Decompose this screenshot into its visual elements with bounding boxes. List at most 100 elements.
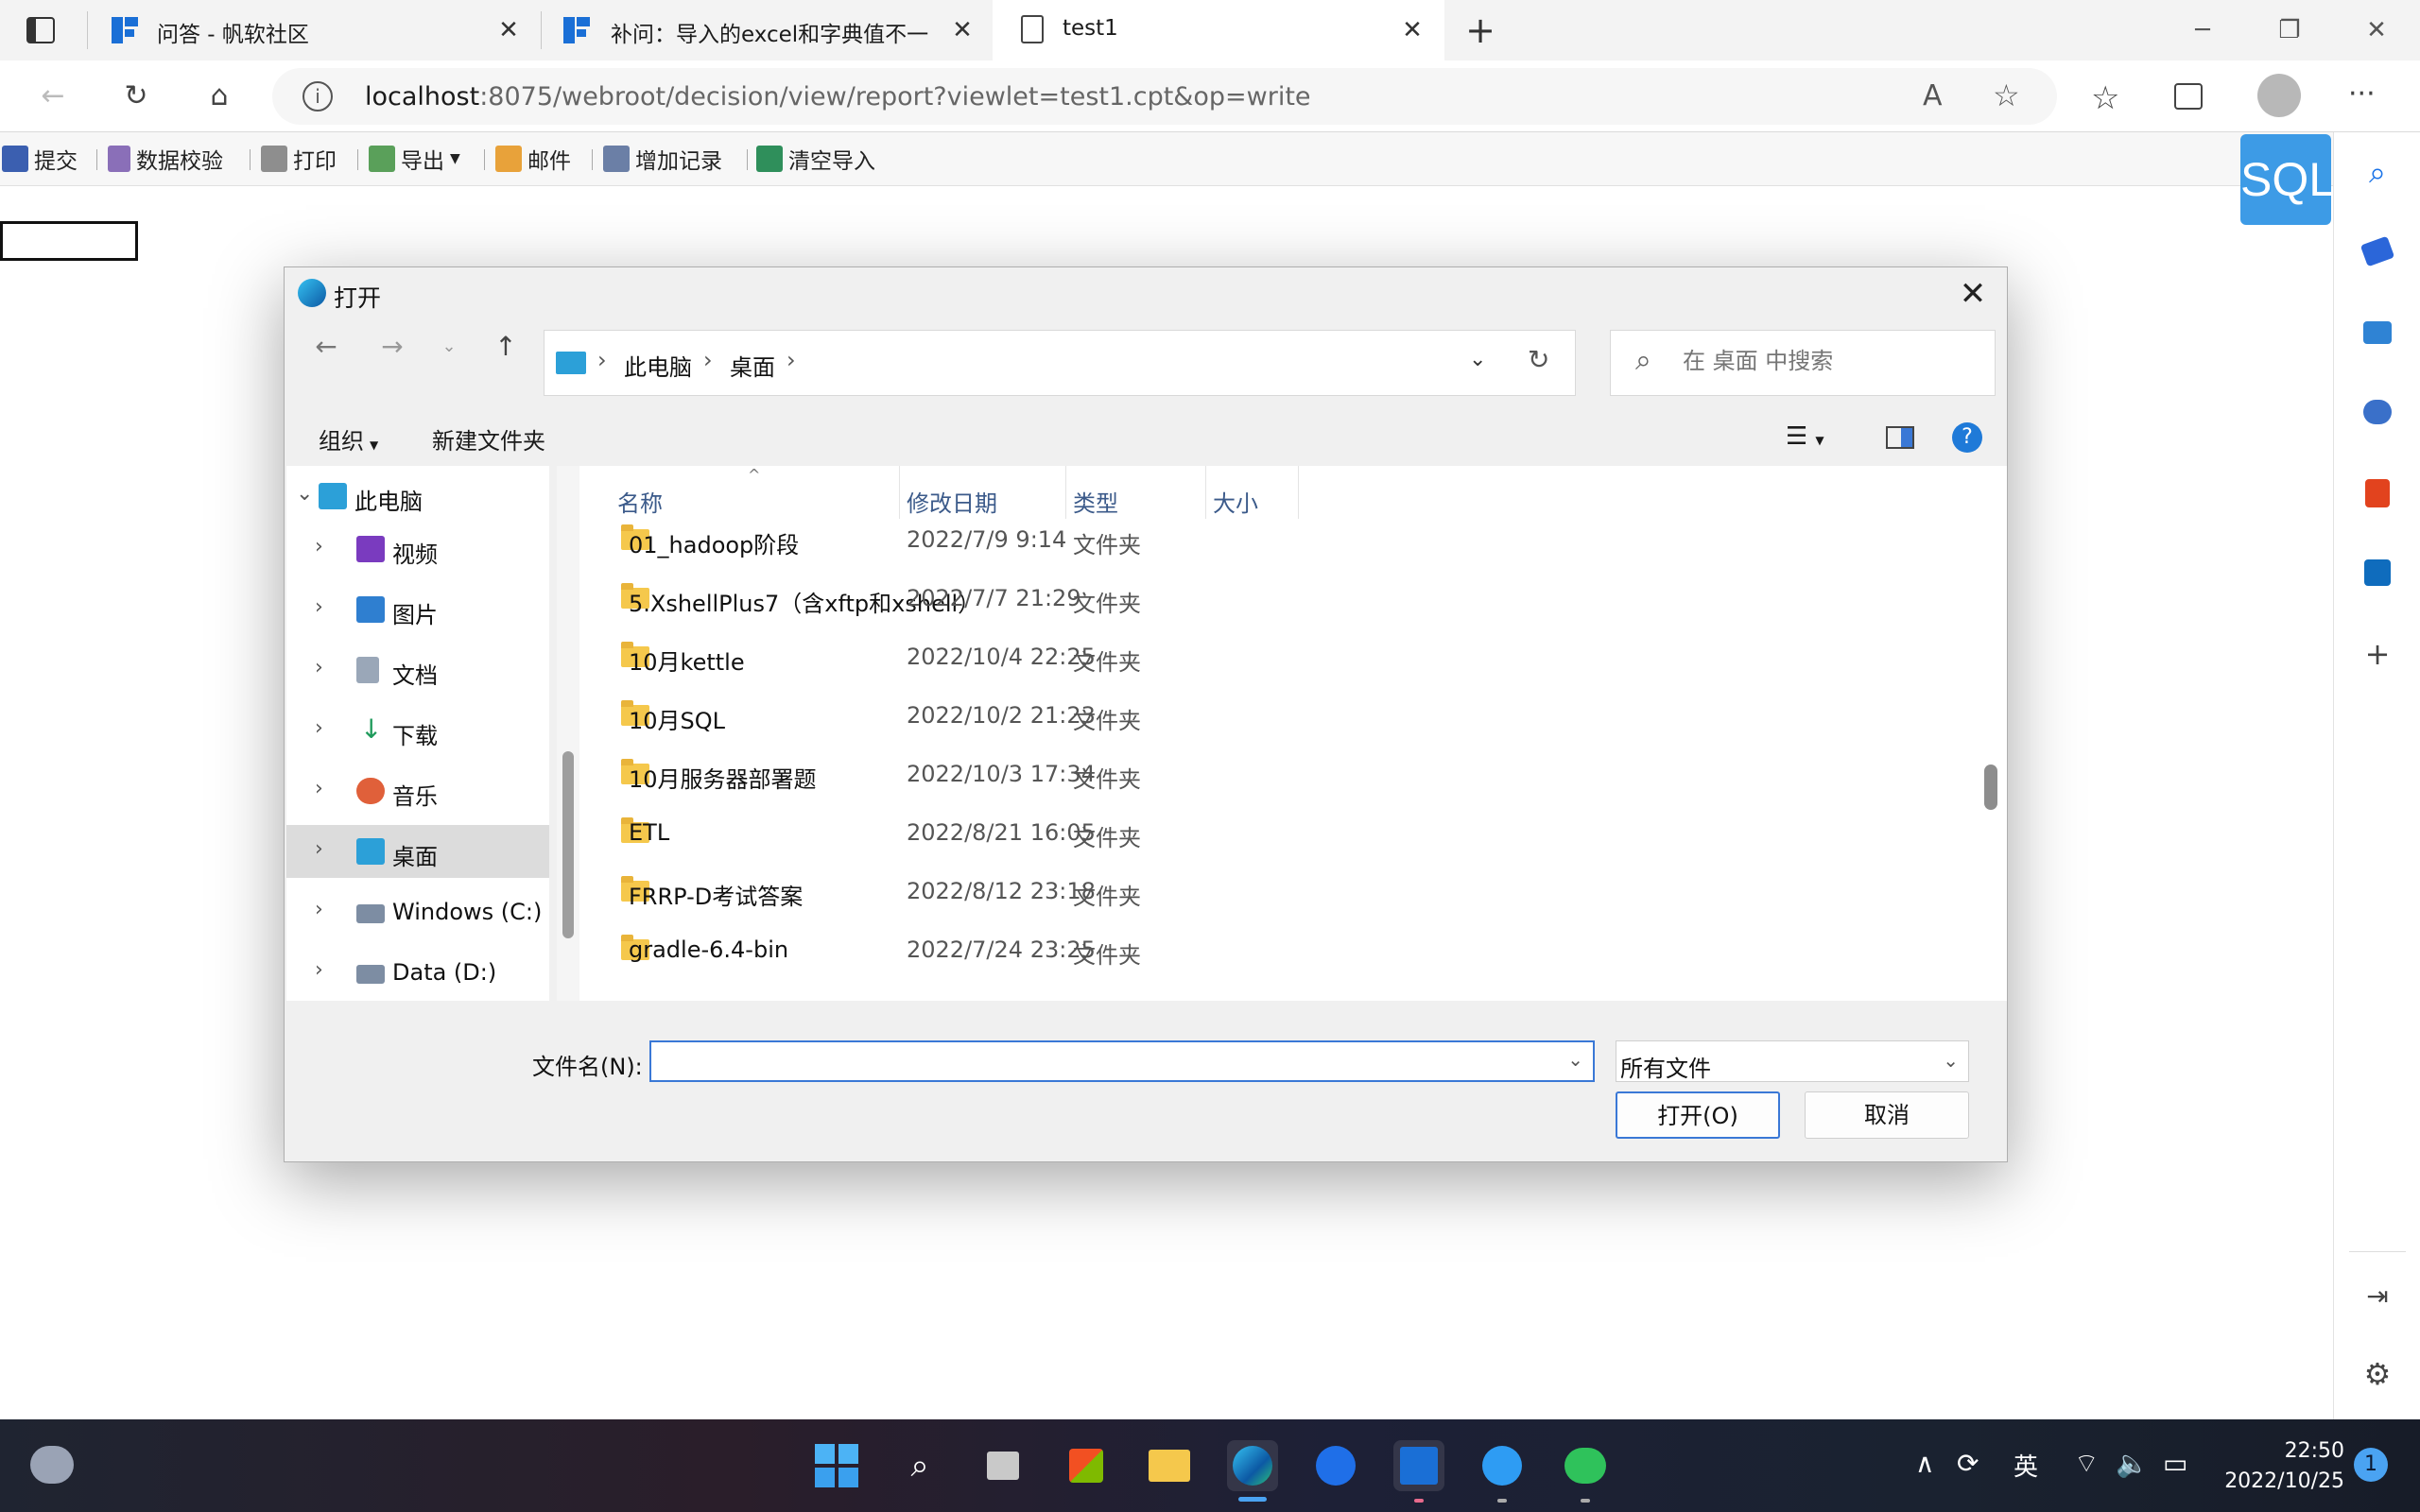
nav-item-videos[interactable]: › 视频 bbox=[286, 523, 549, 576]
nav-item-music[interactable]: › 音乐 bbox=[286, 765, 549, 817]
nav-item-desktop[interactable]: › 桌面 bbox=[286, 825, 549, 878]
fanruan-designer-icon[interactable] bbox=[1393, 1440, 1444, 1491]
close-tab-icon[interactable]: ✕ bbox=[495, 17, 522, 43]
organize-menu[interactable]: 组织 ▼ bbox=[319, 422, 378, 455]
chevron-down-icon[interactable]: ⌄ bbox=[1567, 1048, 1583, 1071]
nav-item-downloads[interactable]: › ↓ 下载 bbox=[286, 704, 549, 757]
feishu-icon[interactable] bbox=[1310, 1440, 1361, 1491]
breadcrumb[interactable]: › 此电脑 › 桌面 › ⌄ ↻ bbox=[544, 330, 1576, 396]
add-icon[interactable]: + bbox=[2359, 635, 2396, 673]
nav-item-this-pc[interactable]: ⌄ 此电脑 bbox=[286, 470, 549, 523]
volume-icon[interactable]: 🔈 bbox=[2116, 1448, 2149, 1479]
email-button[interactable]: 邮件 bbox=[495, 142, 571, 176]
settings-icon[interactable]: ⚙ bbox=[2359, 1355, 2396, 1393]
file-type-select[interactable]: 所有文件 ⌄ bbox=[1616, 1040, 1969, 1082]
wifi-icon[interactable]: ⌔ bbox=[2074, 1448, 2099, 1481]
outlook-icon[interactable] bbox=[2359, 554, 2396, 592]
print-button[interactable]: 打印 bbox=[261, 142, 337, 176]
recent-locations-icon[interactable]: ⌄ bbox=[428, 326, 470, 368]
notification-badge[interactable]: 1 bbox=[2354, 1448, 2388, 1482]
file-explorer-icon[interactable] bbox=[1144, 1440, 1195, 1491]
filename-input[interactable] bbox=[651, 1042, 1540, 1080]
close-tab-icon[interactable]: ✕ bbox=[949, 17, 976, 43]
clock[interactable]: 22:50 2022/10/25 bbox=[2212, 1436, 2344, 1497]
edge-icon[interactable] bbox=[1227, 1440, 1278, 1491]
tab-actions-icon[interactable] bbox=[26, 17, 55, 43]
submit-button[interactable]: 提交 bbox=[2, 142, 78, 176]
ime-indicator[interactable]: 英 bbox=[2014, 1448, 2038, 1483]
chevron-right-icon[interactable]: › bbox=[315, 716, 323, 740]
back-button[interactable]: ← bbox=[28, 72, 78, 121]
favorites-icon[interactable]: ☆ bbox=[2091, 79, 2119, 117]
add-record-button[interactable]: 增加记录 bbox=[603, 142, 722, 176]
chevron-right-icon[interactable]: › bbox=[315, 595, 323, 619]
chevron-right-icon[interactable]: › bbox=[315, 777, 323, 800]
back-arrow-icon[interactable]: ← bbox=[305, 326, 347, 368]
profile-avatar[interactable] bbox=[2257, 74, 2301, 117]
site-info-icon[interactable]: i bbox=[302, 81, 333, 112]
dialog-close-button[interactable]: ✕ bbox=[1952, 273, 1994, 315]
open-button[interactable]: 打开(O) bbox=[1616, 1091, 1780, 1139]
more-menu-icon[interactable]: ··· bbox=[2348, 77, 2376, 111]
cancel-button[interactable]: 取消 bbox=[1805, 1091, 1969, 1139]
collections-icon[interactable] bbox=[2174, 83, 2203, 110]
file-list-scrollbar[interactable] bbox=[1979, 466, 2007, 1001]
file-row[interactable]: ETL 2022/8/21 16:05 文件夹 bbox=[579, 806, 1979, 865]
sync-icon[interactable]: ⟳ bbox=[1957, 1448, 1979, 1479]
add-favorite-icon[interactable]: ☆ bbox=[1993, 77, 2020, 113]
file-row[interactable]: gradle-6.4-bin 2022/7/24 23:25 文件夹 bbox=[579, 923, 1979, 982]
chevron-right-icon[interactable]: › bbox=[315, 656, 323, 679]
chevron-right-icon[interactable]: › bbox=[315, 898, 323, 921]
minimize-button[interactable]: ─ bbox=[2159, 0, 2246, 60]
filename-combobox[interactable]: ⌄ bbox=[649, 1040, 1595, 1082]
breadcrumb-desktop[interactable]: 桌面 bbox=[730, 349, 775, 382]
nav-item-pictures[interactable]: › 图片 bbox=[286, 583, 549, 636]
tools-icon[interactable] bbox=[2359, 314, 2396, 352]
shopping-tag-icon[interactable] bbox=[2359, 232, 2396, 270]
hide-sidebar-icon[interactable]: ⇥ bbox=[2359, 1278, 2396, 1315]
nav-item-windows-c[interactable]: › Windows (C:) bbox=[286, 885, 549, 938]
forward-arrow-icon[interactable]: → bbox=[372, 326, 413, 368]
report-cell[interactable] bbox=[0, 221, 138, 261]
read-aloud-icon[interactable]: A bbox=[1923, 79, 1943, 112]
qq-browser-icon[interactable] bbox=[1477, 1440, 1528, 1491]
search-icon[interactable]: ⌕ bbox=[2359, 153, 2396, 191]
url-text[interactable]: localhost:8075/webroot/decision/view/rep… bbox=[365, 82, 1311, 112]
nav-scroll-thumb[interactable] bbox=[562, 751, 574, 938]
games-icon[interactable] bbox=[2359, 393, 2396, 431]
help-icon[interactable]: ? bbox=[1952, 422, 1982, 453]
task-view-icon[interactable] bbox=[977, 1440, 1028, 1491]
up-arrow-icon[interactable]: ↑ bbox=[485, 326, 527, 368]
sql-badge[interactable]: SQL bbox=[2240, 134, 2335, 225]
office-icon[interactable] bbox=[2359, 474, 2396, 512]
battery-icon[interactable]: ▭ bbox=[2163, 1448, 2187, 1479]
store-icon[interactable] bbox=[1061, 1440, 1112, 1491]
refresh-button[interactable]: ↻ bbox=[112, 72, 161, 121]
export-button[interactable]: 导出 ▼ bbox=[369, 142, 460, 176]
file-row[interactable]: FRRP-D考试答案 2022/8/12 23:18 文件夹 bbox=[579, 865, 1979, 923]
file-row[interactable]: 01_hadoop阶段 2022/7/9 9:14 文件夹 bbox=[579, 513, 1979, 572]
preview-pane-icon[interactable] bbox=[1886, 426, 1914, 449]
file-scroll-thumb[interactable] bbox=[1984, 765, 1997, 810]
view-menu-icon[interactable]: ☰ ▼ bbox=[1786, 422, 1824, 451]
clear-import-button[interactable]: 清空导入 bbox=[756, 142, 875, 176]
chevron-down-icon[interactable]: ⌄ bbox=[296, 482, 313, 506]
nav-scrollbar[interactable] bbox=[557, 466, 581, 1001]
wechat-icon[interactable] bbox=[1560, 1440, 1611, 1491]
tab-test1[interactable]: test1 ✕ bbox=[993, 0, 1444, 60]
weather-icon[interactable] bbox=[30, 1446, 74, 1484]
tab-followup-question[interactable]: 补问：导入的excel和字典值不一 ✕ bbox=[543, 0, 993, 60]
file-row[interactable]: 5.XshellPlus7（含xftp和xshell） 2022/7/7 21:… bbox=[579, 572, 1979, 630]
search-input[interactable] bbox=[1683, 348, 1976, 374]
file-row[interactable]: 10月SQL 2022/10/2 21:23 文件夹 bbox=[579, 689, 1979, 747]
close-tab-icon[interactable]: ✕ bbox=[1399, 17, 1426, 43]
nav-item-documents[interactable]: › 文档 bbox=[286, 644, 549, 696]
chevron-right-icon[interactable]: › bbox=[315, 958, 323, 982]
home-button[interactable]: ⌂ bbox=[195, 72, 244, 121]
new-folder-button[interactable]: 新建文件夹 bbox=[432, 422, 545, 455]
search-icon[interactable]: ⌕ bbox=[894, 1440, 945, 1491]
file-row[interactable]: 10月服务器部署题 2022/10/3 17:34 文件夹 bbox=[579, 747, 1979, 806]
refresh-icon[interactable]: ↻ bbox=[1528, 344, 1549, 375]
tab-fanruan-qa[interactable]: 问答 - 帆软社区 ✕ bbox=[91, 0, 541, 60]
search-box[interactable]: ⌕ bbox=[1610, 330, 1996, 396]
